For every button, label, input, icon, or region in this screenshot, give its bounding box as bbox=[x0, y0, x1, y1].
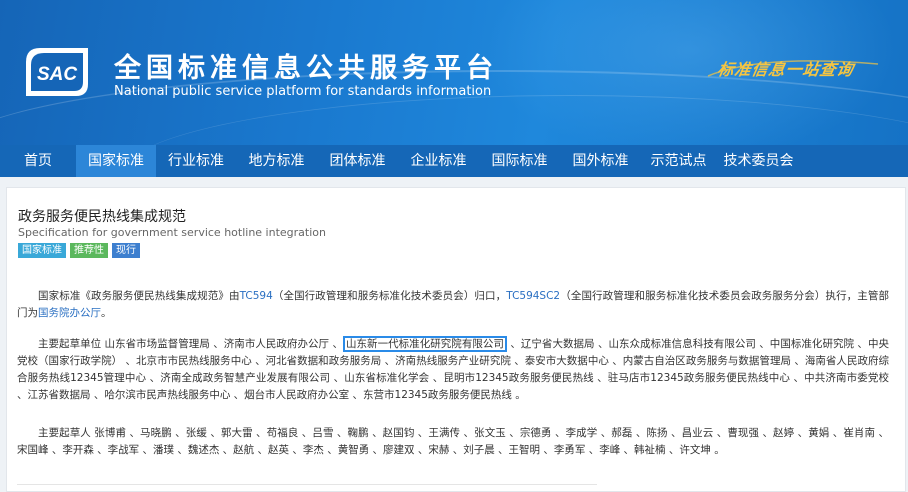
highlighted-drafting-unit: 山东新一代标准化研究院有限公司 bbox=[342, 336, 507, 352]
state-council-office-link[interactable]: 国务院办公厅 bbox=[38, 307, 101, 319]
nav-national-standards[interactable]: 国家标准 bbox=[76, 145, 156, 177]
nav-industry-standards[interactable]: 行业标准 bbox=[156, 145, 236, 177]
drafting-units-paragraph: 主要起草单位 山东省市场监督管理局 、济南市人民政府办公厅 、山东新一代标准化研… bbox=[17, 336, 889, 404]
tc594sc2-link[interactable]: TC594SC2 bbox=[506, 290, 560, 302]
sac-logo[interactable]: SAC bbox=[22, 44, 92, 100]
governing-info-paragraph: 国家标准《政务服务便民热线集成规范》由TC594（全国行政管理和服务标准化技术委… bbox=[17, 288, 889, 322]
logo-text: SAC bbox=[37, 64, 77, 85]
standard-english-title: Specification for government service hot… bbox=[18, 226, 326, 239]
governing-text: （全国行政管理和服务标准化技术委员会）归口， bbox=[272, 290, 507, 302]
drafters-paragraph: 主要起草人 张博甫 、马晓鹏 、张缓 、郭大雷 、苟福良 、吕雪 、鞠鹏 、赵国… bbox=[17, 427, 889, 456]
slogan-banner: 标准信息一站查询 bbox=[702, 46, 882, 86]
divider bbox=[17, 484, 597, 485]
tag-recommended: 推荐性 bbox=[70, 243, 108, 258]
site-subtitle: National public service platform for sta… bbox=[114, 84, 492, 99]
tag-national-standard: 国家标准 bbox=[18, 243, 66, 258]
tc594-link[interactable]: TC594 bbox=[240, 290, 273, 302]
main-nav: 首页 国家标准 行业标准 地方标准 团体标准 企业标准 国际标准 国外标准 示范… bbox=[0, 145, 908, 177]
standard-title: 政务服务便民热线集成规范 bbox=[18, 209, 186, 225]
standard-detail-panel: 政务服务便民热线集成规范 Specification for governmen… bbox=[6, 187, 906, 492]
nav-international-standards[interactable]: 国际标准 bbox=[479, 145, 560, 177]
nav-foreign-standards[interactable]: 国外标准 bbox=[560, 145, 641, 177]
standard-tags: 国家标准 推荐性 现行 bbox=[18, 243, 140, 258]
tag-current: 现行 bbox=[112, 243, 140, 258]
nav-local-standards[interactable]: 地方标准 bbox=[236, 145, 317, 177]
nav-demo-pilot[interactable]: 示范试点 bbox=[641, 145, 716, 177]
site-title: 全国标准信息公共服务平台 bbox=[114, 53, 498, 84]
governing-text: 国家标准《政务服务便民热线集成规范》由 bbox=[38, 290, 240, 302]
nav-home[interactable]: 首页 bbox=[0, 145, 76, 177]
header-banner: SAC 全国标准信息公共服务平台 National public service… bbox=[0, 0, 908, 145]
nav-technical-committee[interactable]: 技术委员会 bbox=[716, 145, 801, 177]
slogan-text: 标准信息一站查询 bbox=[716, 60, 856, 79]
nav-enterprise-standards[interactable]: 企业标准 bbox=[398, 145, 479, 177]
nav-group-standards[interactable]: 团体标准 bbox=[317, 145, 398, 177]
governing-text: 。 bbox=[101, 307, 112, 319]
drafting-units-text: 主要起草单位 山东省市场监督管理局 、济南市人民政府办公厅 、 bbox=[38, 338, 343, 350]
